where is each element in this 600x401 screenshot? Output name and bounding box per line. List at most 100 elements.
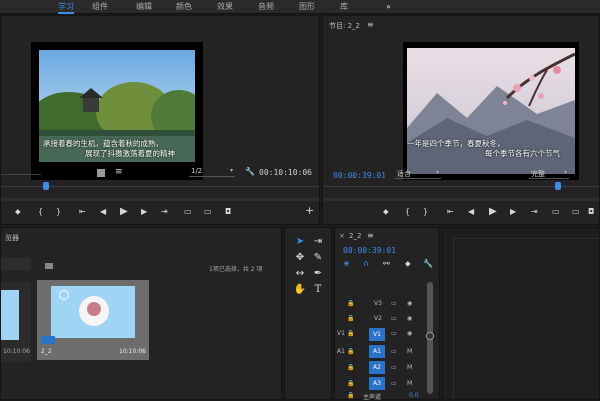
source-patch-v1[interactable]: V1 <box>337 330 345 337</box>
camera-icon[interactable]: ◘ <box>225 206 231 218</box>
sync-icon[interactable]: ▭ <box>391 348 397 355</box>
track-v2[interactable]: V2 <box>371 315 385 325</box>
eye-icon[interactable]: ◉ <box>407 315 412 322</box>
menu-audio[interactable]: 音频 <box>258 0 274 14</box>
wrench-icon[interactable]: 🔧 <box>245 166 255 178</box>
go-to-out-icon[interactable]: ⇥ <box>161 206 168 218</box>
mark-out-icon[interactable]: } <box>423 206 428 218</box>
mute-button[interactable]: M <box>407 364 412 371</box>
eye-icon[interactable]: ◉ <box>407 300 412 307</box>
play-icon[interactable]: ▶ <box>120 206 128 218</box>
go-to-in-icon[interactable]: ⇤ <box>447 206 454 218</box>
timeline-timecode[interactable]: 00:00:39:01 <box>343 246 396 255</box>
lift-icon[interactable]: ▭ <box>552 206 560 218</box>
settings-icon[interactable]: ≡ <box>115 166 123 178</box>
selection-tool-icon[interactable]: ➤ <box>293 236 307 250</box>
track-a3[interactable]: A3 <box>369 377 385 390</box>
timeline-panel: × 2_2 ≡ 00:00:39:01 ⋇ ∩ ⚯ ⬥ 🔧 🔒 V3 ▭ ◉ 🔒… <box>334 227 440 401</box>
menu-icon[interactable]: ≡ <box>367 231 374 240</box>
lock-icon[interactable]: 🔒 <box>347 364 354 371</box>
go-to-in-icon[interactable]: ⇤ <box>79 206 86 218</box>
sync-icon[interactable]: ▭ <box>391 380 397 387</box>
program-playhead[interactable] <box>555 182 561 190</box>
lock-icon[interactable]: 🔒 <box>347 330 354 337</box>
source-playhead[interactable] <box>43 182 49 190</box>
step-back-icon[interactable]: ◀ <box>468 206 474 218</box>
menu-graphics[interactable]: 图形 <box>299 0 315 14</box>
pen-icon[interactable]: ✒ <box>311 268 325 282</box>
clip-2-name[interactable]: 2_2 <box>41 348 52 355</box>
more-menu-icon[interactable]: » <box>386 0 391 14</box>
overwrite-icon[interactable]: ▭ <box>204 206 212 218</box>
step-forward-icon[interactable]: ▶ <box>141 206 147 218</box>
menu-libraries[interactable]: 库 <box>340 0 348 14</box>
sync-icon[interactable]: ▭ <box>391 364 397 371</box>
track-v1[interactable]: V1 <box>369 328 385 341</box>
menu-icon[interactable]: ≡ <box>367 20 374 29</box>
program-scrollbar[interactable] <box>323 198 599 201</box>
mark-icon[interactable] <box>97 169 105 177</box>
track-a1[interactable]: A1 <box>369 345 385 358</box>
snap-icon[interactable]: ∩ <box>363 258 369 270</box>
add-marker-icon[interactable]: ⬥ <box>405 258 411 270</box>
clip-2-duration: 10:10:06 <box>119 348 146 355</box>
track-select-icon[interactable]: ⇥ <box>311 236 325 250</box>
source-scrollbar[interactable] <box>1 198 319 201</box>
program-subtitle-2: 每个季节各有六个节气 <box>485 149 560 158</box>
insert-icon[interactable]: ▭ <box>184 206 192 218</box>
slip-icon[interactable]: ↔ <box>293 268 307 282</box>
mark-in-icon[interactable]: { <box>405 206 410 218</box>
add-button-icon[interactable]: + <box>305 205 314 217</box>
linked-selection-icon[interactable]: ⚯ <box>383 258 390 270</box>
mark-in-icon[interactable]: { <box>38 206 43 218</box>
clip-thumbnail-1[interactable]: 10:10:06 <box>1 282 31 362</box>
mute-button[interactable]: M <box>407 348 412 355</box>
menu-color[interactable]: 颜色 <box>176 0 192 14</box>
lock-icon[interactable]: 🔒 <box>347 380 354 387</box>
sync-icon[interactable]: ▭ <box>391 300 397 307</box>
master-value[interactable]: 0.0 <box>409 392 419 399</box>
razor-icon[interactable]: ✎ <box>311 252 325 266</box>
fit-select[interactable]: 适合 ▾ <box>395 169 441 179</box>
camera-icon[interactable]: ◘ <box>588 206 594 218</box>
menu-learn[interactable]: 学习 <box>58 0 74 14</box>
go-to-out-icon[interactable]: ⇥ <box>531 206 538 218</box>
mute-button[interactable]: M <box>407 380 412 387</box>
add-marker-icon[interactable]: ⬥ <box>383 206 389 218</box>
play-icon[interactable]: ▶ <box>489 206 497 218</box>
scroll-handle[interactable] <box>426 332 434 340</box>
folder-icon[interactable] <box>45 263 53 269</box>
track-a2[interactable]: A2 <box>369 361 385 374</box>
close-icon[interactable]: × <box>339 232 345 240</box>
lock-icon[interactable]: 🔒 <box>347 300 354 307</box>
extract-icon[interactable]: ▭ <box>572 206 580 218</box>
step-forward-icon[interactable]: ▶ <box>510 206 516 218</box>
hand-icon[interactable]: ✋ <box>293 284 307 298</box>
menu-assembly[interactable]: 组件 <box>92 0 108 14</box>
step-back-icon[interactable]: ◀ <box>100 206 106 218</box>
search-input[interactable] <box>1 258 31 270</box>
nest-icon[interactable]: ⋇ <box>343 258 350 270</box>
quality-select[interactable]: 完整 ▾ <box>529 169 569 179</box>
wrench-icon[interactable]: 🔧 <box>423 258 433 270</box>
clip-preview <box>51 286 135 338</box>
lock-icon[interactable]: 🔒 <box>347 348 354 355</box>
mark-out-icon[interactable]: } <box>56 206 61 218</box>
eye-icon[interactable]: ◉ <box>407 330 412 337</box>
timeline-track-area[interactable] <box>442 227 600 400</box>
sync-icon[interactable]: ▭ <box>391 315 397 322</box>
lock-icon[interactable]: 🔒 <box>347 392 354 399</box>
type-tool-icon[interactable]: T <box>311 284 325 298</box>
clip-thumbnail-2[interactable]: 2_2 10:10:06 <box>37 280 149 360</box>
source-patch-a1[interactable]: A1 <box>337 348 345 355</box>
ripple-edit-icon[interactable]: ✥ <box>293 252 307 266</box>
zoom-select[interactable]: 1/2 ▾ <box>189 167 235 177</box>
lock-icon[interactable]: 🔒 <box>347 315 354 322</box>
add-marker-icon[interactable]: ⬥ <box>15 206 21 218</box>
menu-effects[interactable]: 效果 <box>217 0 233 14</box>
menu-edit[interactable]: 编辑 <box>136 0 152 14</box>
sync-icon[interactable]: ▭ <box>391 330 397 337</box>
program-timecode[interactable]: 00:00:39:01 <box>333 171 386 180</box>
zoom-value: 1/2 <box>191 167 203 175</box>
track-v3[interactable]: V3 <box>371 300 385 310</box>
